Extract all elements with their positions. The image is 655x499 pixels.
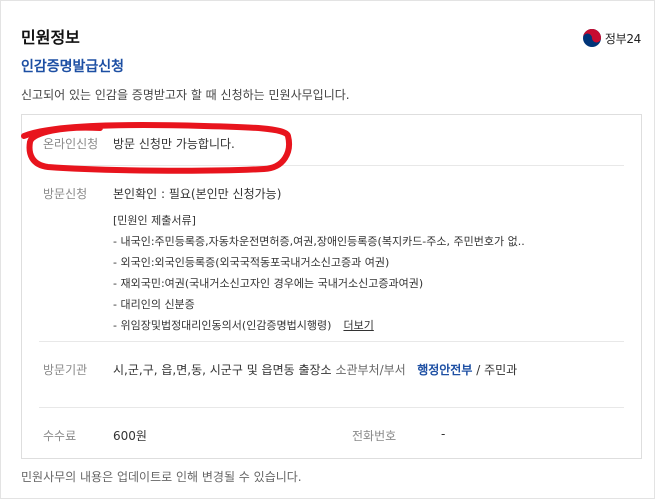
- visit-application-label: 방문신청: [43, 187, 88, 201]
- update-notice: 민원사무의 내용은 업데이트로 인해 변경될 수 있습니다.: [21, 470, 302, 484]
- logo-text: 정부24: [604, 31, 641, 46]
- documents-title: [민원인 제출서류]: [113, 214, 196, 227]
- row-divider: [39, 341, 624, 342]
- ministry-link[interactable]: 행정안전부: [417, 363, 472, 377]
- ministry-label: 소관부처/부서: [335, 363, 406, 377]
- online-application-value: 방문 신청만 가능합니다.: [113, 137, 235, 151]
- document-item: - 내국인:주민등록증,자동차운전면허증,여권,장애인등록증(복지카드-주소, …: [113, 235, 525, 248]
- gov24-logo[interactable]: 정부24: [582, 28, 641, 48]
- division-text: 주민과: [484, 363, 518, 377]
- document-item: - 재외국민:여권(국내거소신고자인 경우에는 국내거소신고증과여권): [113, 277, 424, 290]
- dept-separator: /: [476, 363, 481, 377]
- taegeuk-icon: [582, 29, 601, 47]
- visit-agency-text: 시,군,구, 읍,면,동, 시군구 및 읍면동 출장소: [113, 363, 332, 377]
- phone-value: -: [441, 427, 446, 441]
- row-divider: [39, 165, 624, 166]
- document-item: - 외국인:외국인등록증(외국국적동포국내거소신고증과 여권): [113, 256, 390, 269]
- service-description: 신고되어 있는 인감을 증명받고자 할 때 신청하는 민원사무입니다.: [21, 88, 350, 102]
- more-link[interactable]: 더보기: [343, 319, 373, 332]
- document-item-last: - 위임장및법정대리인동의서(인감증명법시행령) 더보기: [113, 317, 374, 333]
- fee-value: 600원: [113, 429, 147, 443]
- online-application-label: 온라인신청: [43, 137, 99, 151]
- visit-agency-label: 방문기관: [43, 363, 88, 377]
- document-item-text: - 위임장및법정대리인동의서(인감증명법시행령): [113, 319, 332, 332]
- row-divider: [39, 407, 624, 408]
- section-title: 민원정보: [21, 28, 80, 47]
- service-info-box: 온라인신청 방문 신청만 가능합니다. 방문신청 본인확인 : 필요(본인만 신…: [21, 114, 642, 459]
- phone-label: 전화번호: [352, 429, 397, 443]
- service-title: 인감증명발급신청: [21, 59, 125, 75]
- fee-label: 수수료: [43, 429, 77, 443]
- visit-agency-value: 시,군,구, 읍,면,동, 시군구 및 읍면동 출장소 소관부처/부서 행정안전…: [113, 361, 517, 378]
- identity-requirement: 본인확인 : 필요(본인만 신청가능): [113, 187, 282, 201]
- document-item: - 대리인의 신분증: [113, 298, 195, 311]
